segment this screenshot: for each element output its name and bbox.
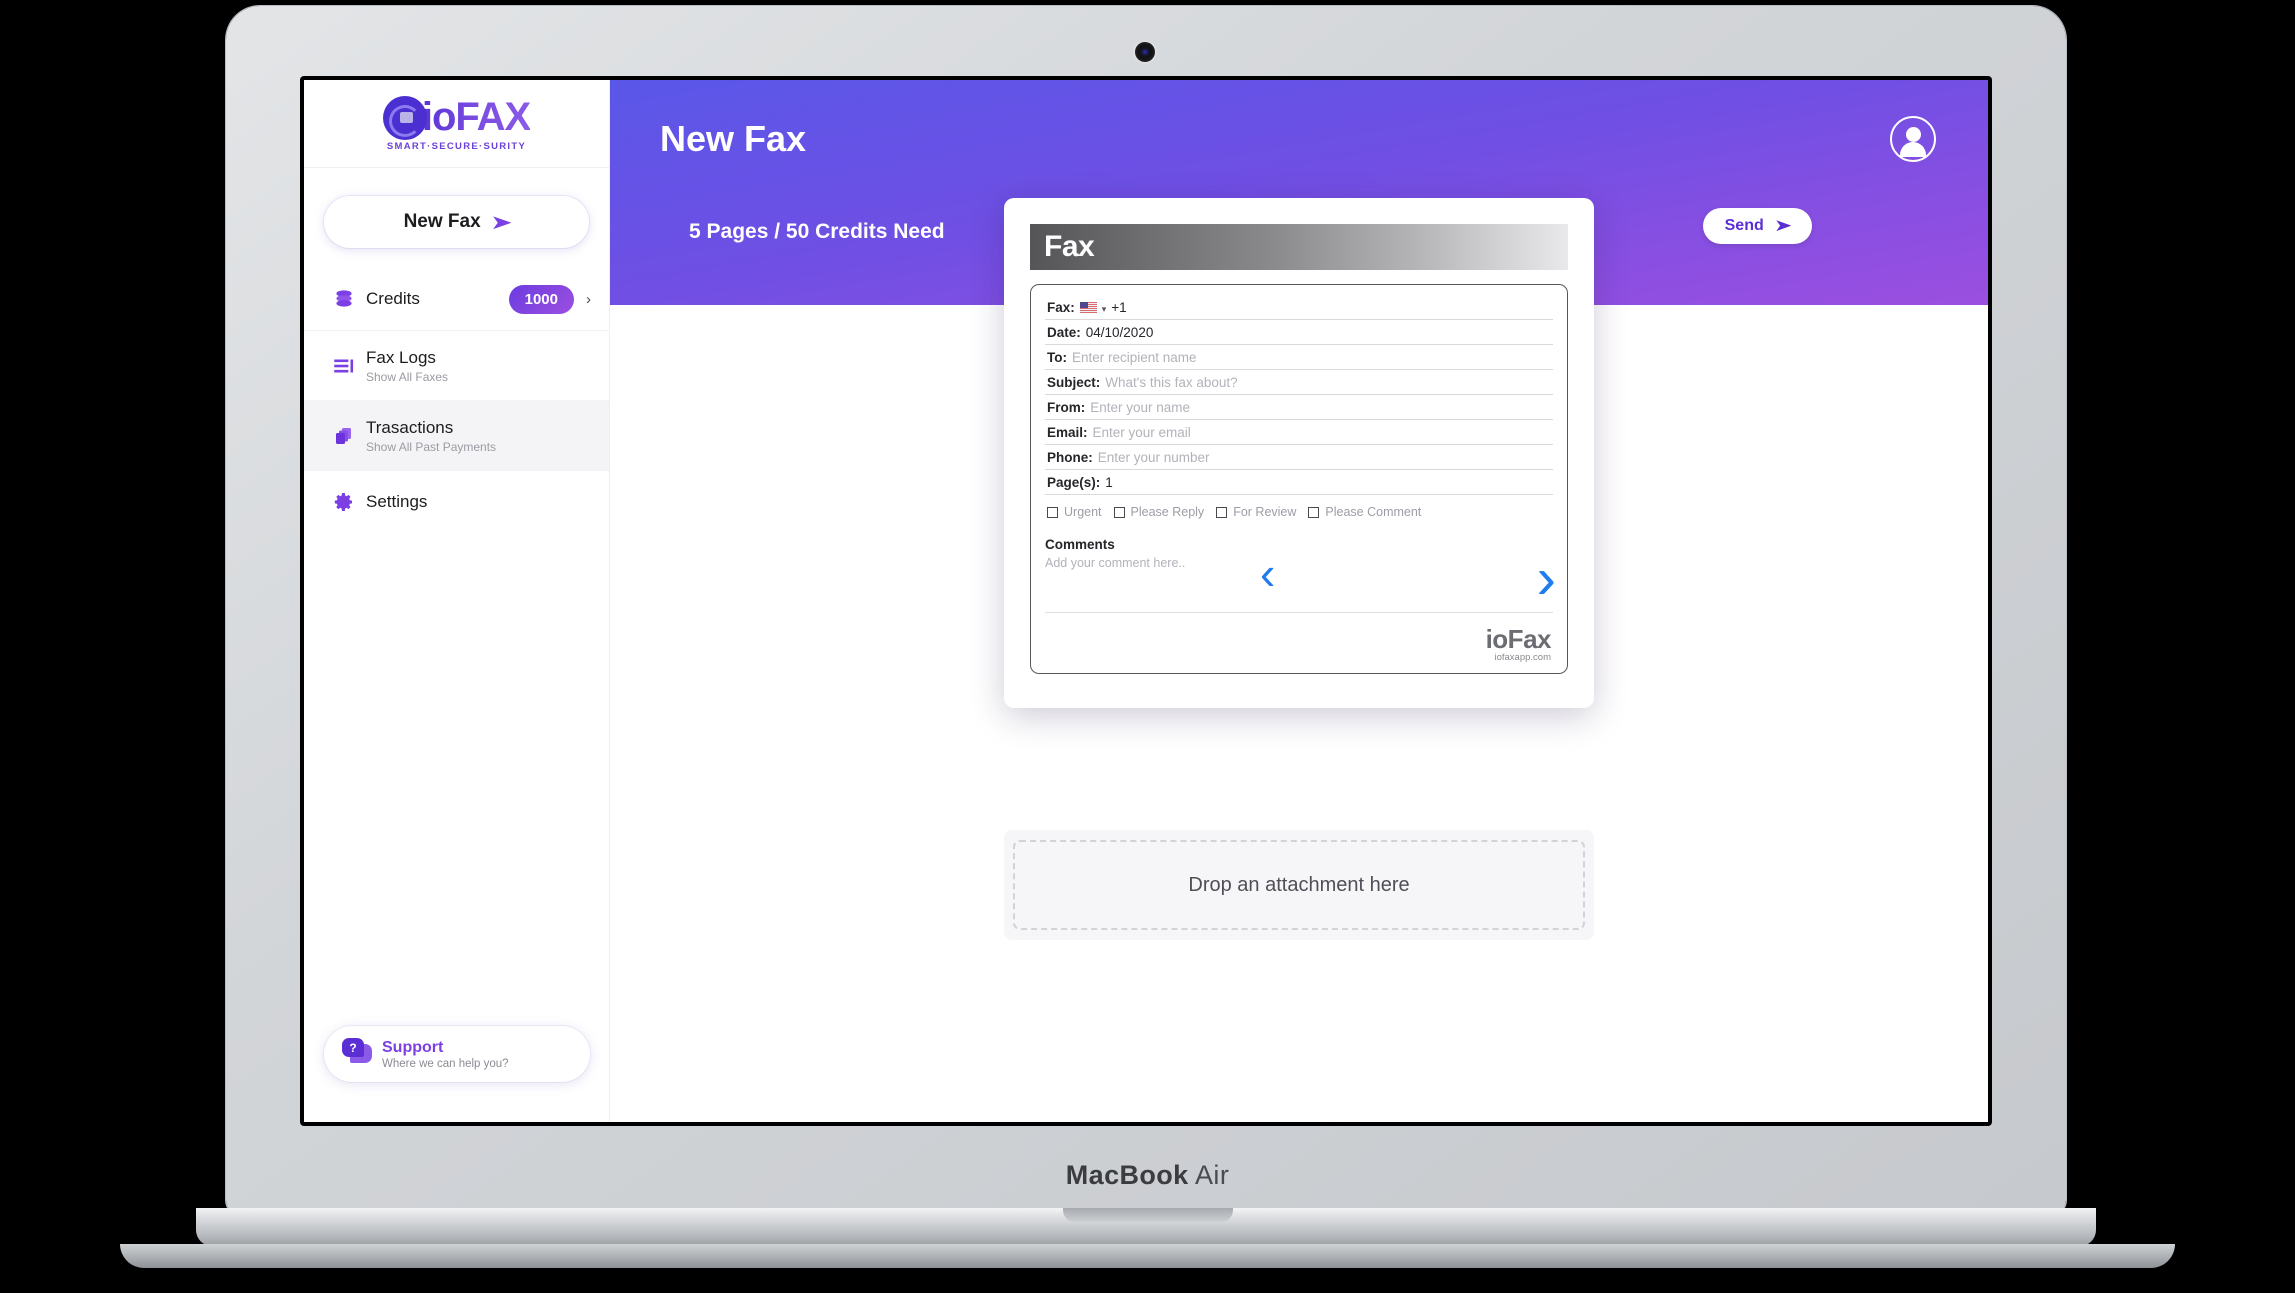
new-fax-button[interactable]: New Fax ➤: [324, 196, 589, 248]
logo-mark-icon: [382, 95, 427, 140]
page-title: New Fax: [660, 118, 807, 159]
chevron-right-icon: ›: [586, 290, 591, 308]
checkbox-label: Urgent: [1064, 505, 1102, 519]
send-arrow-icon: ➤: [489, 211, 513, 234]
field-label: Fax:: [1047, 300, 1075, 315]
main-content: New Fax 5 Pages / 50 Credits Need Send ➤…: [610, 80, 1988, 1122]
dropzone-label: Drop an attachment here: [1013, 840, 1585, 930]
field-placeholder: Enter your number: [1097, 450, 1210, 465]
checkbox-label: For Review: [1233, 505, 1297, 519]
field-date[interactable]: Date: 04/10/2020: [1045, 320, 1553, 345]
checkbox-please-comment[interactable]: [1308, 506, 1320, 518]
sidebar-item-sublabel: Show All Faxes: [366, 369, 449, 384]
field-label: Email:: [1047, 425, 1088, 440]
field-placeholder: What's this fax about?: [1105, 375, 1238, 390]
coins-icon: [322, 286, 366, 312]
comments-input[interactable]: Add your comment here..: [1045, 556, 1553, 570]
us-flag-icon: [1079, 302, 1097, 313]
screenshot-stage: ioFAX SMART·SECURE·SURITY New Fax ➤ Cred…: [0, 0, 2295, 1293]
field-label: Page(s):: [1047, 475, 1101, 490]
cards-stack-icon: [322, 424, 366, 448]
field-value: +1: [1111, 300, 1127, 315]
field-placeholder: Enter your email: [1092, 425, 1191, 440]
sidebar-item-label: Trasactions: [366, 417, 454, 437]
send-arrow-icon: ➤: [1773, 216, 1793, 235]
support-subtitle: Where we can help you?: [382, 1057, 509, 1070]
field-to[interactable]: To: Enter recipient name: [1045, 345, 1553, 370]
field-from[interactable]: From: Enter your name: [1045, 395, 1553, 420]
send-button-label: Send: [1724, 217, 1764, 234]
field-subject[interactable]: Subject: What's this fax about?: [1045, 370, 1553, 395]
fax-options-row: Urgent Please Reply For Review Please Co…: [1045, 495, 1553, 523]
footer-url: iofaxapp.com: [1494, 652, 1551, 663]
chat-question-icon: ?: [340, 1038, 376, 1070]
laptop-base-notch: [1062, 1208, 1233, 1222]
comments-heading: Comments: [1045, 537, 1115, 552]
checkbox-please-reply[interactable]: [1113, 506, 1125, 518]
sidebar-item-label: Credits: [366, 289, 420, 308]
credits-badge[interactable]: 1000: [508, 284, 574, 314]
prev-page-arrow[interactable]: ‹: [1260, 550, 1275, 596]
field-placeholder: Enter your name: [1090, 400, 1191, 415]
field-fax-number[interactable]: Fax: ▾ +1: [1045, 295, 1553, 320]
field-label: Subject:: [1047, 375, 1101, 390]
device-brand-bold: MacBook: [1065, 1160, 1189, 1190]
app-screen: ioFAX SMART·SECURE·SURITY New Fax ➤ Cred…: [304, 80, 1988, 1122]
sidebar-item-settings[interactable]: Settings: [304, 470, 609, 532]
logo-text: ioFAX: [421, 95, 531, 139]
fax-footer-brand: ioFax iofaxapp.com: [1485, 624, 1552, 663]
gear-icon: [322, 490, 366, 514]
fax-document-header: Fax: [1030, 224, 1568, 270]
sidebar-item-trasactions[interactable]: Trasactions Show All Past Payments: [304, 400, 609, 470]
sidebar-item-label: Fax Logs: [366, 347, 436, 367]
field-label: Phone:: [1047, 450, 1093, 465]
fax-form: Fax: ▾ +1 Date: 04/10/2020 To: Enter rec…: [1030, 284, 1568, 674]
send-button[interactable]: Send ➤: [1702, 208, 1812, 244]
fax-document-title: Fax: [1044, 230, 1095, 263]
webcam-icon: [1135, 42, 1155, 62]
attachment-dropzone[interactable]: Drop an attachment here: [1004, 830, 1594, 940]
support-title: Support: [382, 1038, 444, 1056]
next-page-arrow[interactable]: ›: [1537, 550, 1556, 608]
field-label: Date:: [1047, 325, 1081, 340]
field-placeholder: Enter recipient name: [1072, 350, 1197, 365]
support-widget[interactable]: ? Support Where we can help you?: [324, 1026, 590, 1082]
user-avatar-icon[interactable]: [1890, 116, 1936, 162]
checkbox-label: Please Comment: [1325, 505, 1422, 519]
fax-preview-card: Fax Fax: ▾ +1 Date: 04/10/2020 To: Enter…: [1004, 198, 1594, 708]
divider: [1045, 612, 1553, 613]
new-fax-button-label: New Fax: [403, 211, 481, 232]
chevron-down-icon[interactable]: ▾: [1102, 304, 1107, 315]
field-pages[interactable]: Page(s): 1: [1045, 470, 1553, 495]
field-label: From:: [1047, 400, 1086, 415]
field-value: 04/10/2020: [1085, 325, 1154, 340]
laptop-foot: [120, 1244, 2175, 1268]
sidebar-item-fax-logs[interactable]: Fax Logs Show All Faxes: [304, 330, 609, 400]
checkbox-label: Please Reply: [1130, 505, 1205, 519]
sidebar-item-label: Settings: [366, 491, 428, 511]
device-brand-label: MacBook Air: [0, 1160, 2295, 1191]
field-value: 1: [1105, 475, 1113, 490]
sidebar-menu: Credits 1000 › Fax Logs Show All Faxes T…: [304, 268, 609, 532]
list-icon: [322, 353, 366, 379]
field-phone[interactable]: Phone: Enter your number: [1045, 445, 1553, 470]
screen-bezel: ioFAX SMART·SECURE·SURITY New Fax ➤ Cred…: [300, 76, 1992, 1126]
credits-status-text: 5 Pages / 50 Credits Need: [689, 220, 945, 243]
device-brand-light: Air: [1195, 1160, 1230, 1190]
field-email[interactable]: Email: Enter your email: [1045, 420, 1553, 445]
field-label: To:: [1047, 350, 1067, 365]
app-logo: ioFAX SMART·SECURE·SURITY: [304, 80, 609, 168]
sidebar: ioFAX SMART·SECURE·SURITY New Fax ➤ Cred…: [304, 80, 610, 1122]
logo-tagline: SMART·SECURE·SURITY: [386, 141, 527, 152]
footer-logo-text: ioFax: [1485, 624, 1552, 654]
question-mark-glyph: ?: [342, 1038, 364, 1057]
checkbox-for-review[interactable]: [1216, 506, 1228, 518]
sidebar-item-sublabel: Show All Past Payments: [366, 439, 497, 454]
checkbox-urgent[interactable]: [1047, 506, 1058, 518]
sidebar-item-credits[interactable]: Credits 1000 ›: [304, 268, 609, 330]
